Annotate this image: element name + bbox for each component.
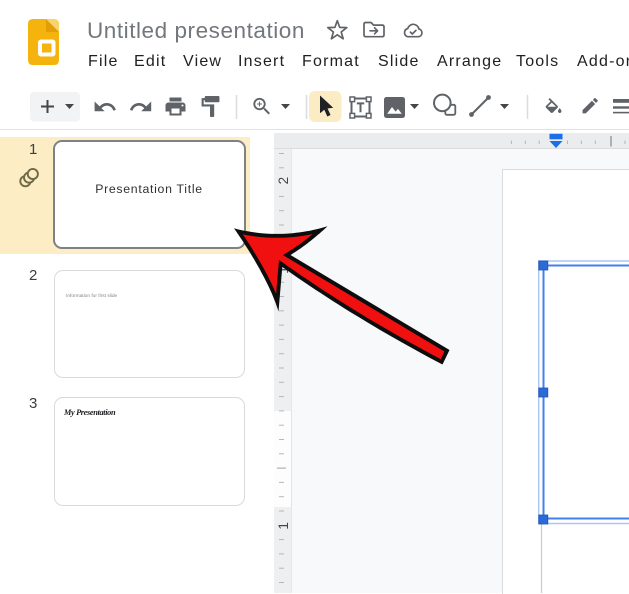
svg-text:2: 2 <box>276 177 291 185</box>
svg-text:1: 1 <box>276 522 291 530</box>
